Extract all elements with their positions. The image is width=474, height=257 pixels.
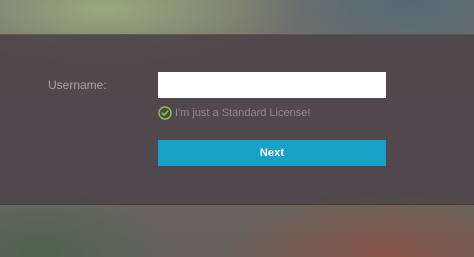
username-input[interactable] bbox=[158, 72, 386, 98]
license-text: I'm just a Standard License! bbox=[175, 107, 311, 119]
next-button[interactable]: Next bbox=[158, 140, 386, 166]
check-circle-icon bbox=[158, 106, 172, 120]
license-status: I'm just a Standard License! bbox=[158, 105, 310, 121]
login-panel: Username: I'm just a Standard License! N… bbox=[0, 34, 474, 205]
username-label: Username: bbox=[48, 78, 107, 92]
